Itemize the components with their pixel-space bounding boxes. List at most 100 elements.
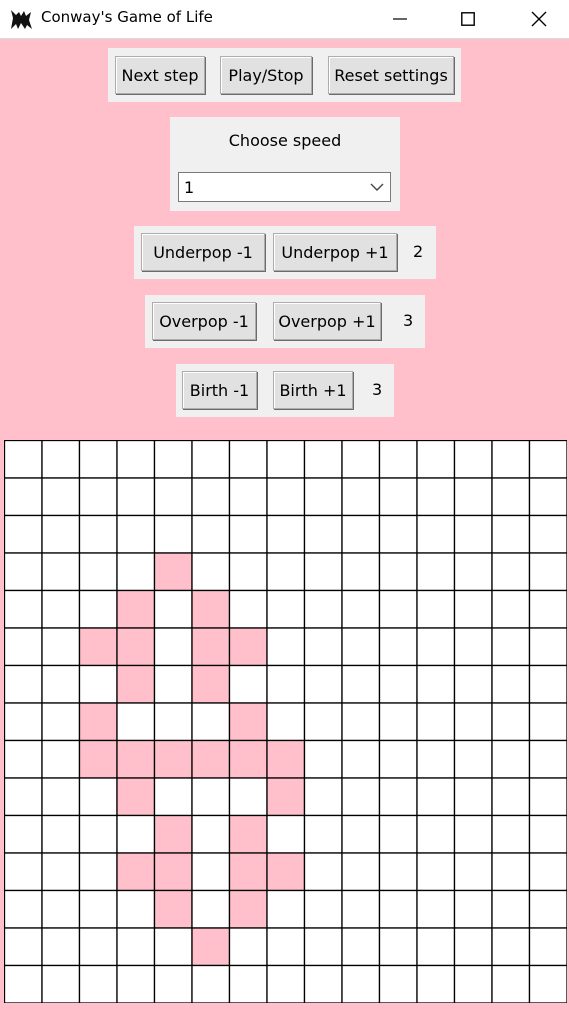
dead-cell[interactable] <box>491 739 531 779</box>
dead-cell[interactable] <box>78 852 118 892</box>
dead-cell[interactable] <box>266 477 306 517</box>
alive-cell[interactable] <box>228 814 268 854</box>
dead-cell[interactable] <box>78 964 118 1004</box>
dead-cell[interactable] <box>453 739 493 779</box>
dead-cell[interactable] <box>116 477 156 517</box>
dead-cell[interactable] <box>303 889 343 929</box>
dead-cell[interactable] <box>191 552 231 592</box>
dead-cell[interactable] <box>341 927 381 967</box>
speed-select[interactable]: 1 <box>178 172 391 202</box>
dead-cell[interactable] <box>266 664 306 704</box>
dead-cell[interactable] <box>528 739 568 779</box>
dead-cell[interactable] <box>378 589 418 629</box>
dead-cell[interactable] <box>378 964 418 1004</box>
dead-cell[interactable] <box>453 927 493 967</box>
dead-cell[interactable] <box>378 440 418 479</box>
dead-cell[interactable] <box>491 964 531 1004</box>
dead-cell[interactable] <box>416 664 456 704</box>
dead-cell[interactable] <box>528 777 568 817</box>
dead-cell[interactable] <box>528 852 568 892</box>
dead-cell[interactable] <box>78 514 118 554</box>
dead-cell[interactable] <box>491 777 531 817</box>
dead-cell[interactable] <box>4 739 43 779</box>
dead-cell[interactable] <box>4 477 43 517</box>
dead-cell[interactable] <box>378 739 418 779</box>
dead-cell[interactable] <box>378 664 418 704</box>
dead-cell[interactable] <box>4 627 43 667</box>
dead-cell[interactable] <box>4 777 43 817</box>
dead-cell[interactable] <box>4 814 43 854</box>
dead-cell[interactable] <box>491 627 531 667</box>
dead-cell[interactable] <box>4 964 43 1004</box>
dead-cell[interactable] <box>116 514 156 554</box>
dead-cell[interactable] <box>378 814 418 854</box>
dead-cell[interactable] <box>153 440 193 479</box>
dead-cell[interactable] <box>4 889 43 929</box>
dead-cell[interactable] <box>528 514 568 554</box>
dead-cell[interactable] <box>228 552 268 592</box>
overpop-plus-button[interactable]: Overpop +1 <box>273 302 381 340</box>
dead-cell[interactable] <box>528 927 568 967</box>
dead-cell[interactable] <box>416 440 456 479</box>
dead-cell[interactable] <box>266 440 306 479</box>
dead-cell[interactable] <box>41 440 81 479</box>
dead-cell[interactable] <box>4 852 43 892</box>
dead-cell[interactable] <box>453 702 493 742</box>
dead-cell[interactable] <box>341 589 381 629</box>
dead-cell[interactable] <box>228 964 268 1004</box>
game-board[interactable] <box>4 440 567 1003</box>
dead-cell[interactable] <box>78 927 118 967</box>
dead-cell[interactable] <box>416 552 456 592</box>
dead-cell[interactable] <box>303 477 343 517</box>
dead-cell[interactable] <box>191 702 231 742</box>
alive-cell[interactable] <box>78 627 118 667</box>
dead-cell[interactable] <box>453 440 493 479</box>
dead-cell[interactable] <box>153 627 193 667</box>
dead-cell[interactable] <box>453 964 493 1004</box>
dead-cell[interactable] <box>191 852 231 892</box>
dead-cell[interactable] <box>78 552 118 592</box>
dead-cell[interactable] <box>153 927 193 967</box>
dead-cell[interactable] <box>116 702 156 742</box>
dead-cell[interactable] <box>303 927 343 967</box>
dead-cell[interactable] <box>116 927 156 967</box>
dead-cell[interactable] <box>453 477 493 517</box>
dead-cell[interactable] <box>78 777 118 817</box>
dead-cell[interactable] <box>303 852 343 892</box>
dead-cell[interactable] <box>378 514 418 554</box>
alive-cell[interactable] <box>228 889 268 929</box>
dead-cell[interactable] <box>416 927 456 967</box>
dead-cell[interactable] <box>303 514 343 554</box>
dead-cell[interactable] <box>341 664 381 704</box>
alive-cell[interactable] <box>191 627 231 667</box>
dead-cell[interactable] <box>78 477 118 517</box>
dead-cell[interactable] <box>303 664 343 704</box>
dead-cell[interactable] <box>191 889 231 929</box>
dead-cell[interactable] <box>341 964 381 1004</box>
dead-cell[interactable] <box>78 589 118 629</box>
dead-cell[interactable] <box>491 927 531 967</box>
dead-cell[interactable] <box>341 814 381 854</box>
dead-cell[interactable] <box>341 477 381 517</box>
dead-cell[interactable] <box>528 964 568 1004</box>
dead-cell[interactable] <box>303 552 343 592</box>
dead-cell[interactable] <box>303 440 343 479</box>
dead-cell[interactable] <box>116 964 156 1004</box>
dead-cell[interactable] <box>266 702 306 742</box>
birth-plus-button[interactable]: Birth +1 <box>273 371 353 409</box>
dead-cell[interactable] <box>153 477 193 517</box>
dead-cell[interactable] <box>341 440 381 479</box>
dead-cell[interactable] <box>378 552 418 592</box>
dead-cell[interactable] <box>4 440 43 479</box>
alive-cell[interactable] <box>116 739 156 779</box>
dead-cell[interactable] <box>303 964 343 1004</box>
dead-cell[interactable] <box>378 627 418 667</box>
dead-cell[interactable] <box>303 814 343 854</box>
alive-cell[interactable] <box>266 852 306 892</box>
dead-cell[interactable] <box>116 552 156 592</box>
dead-cell[interactable] <box>303 589 343 629</box>
minimize-button[interactable] <box>377 0 423 38</box>
dead-cell[interactable] <box>191 814 231 854</box>
birth-minus-button[interactable]: Birth -1 <box>182 371 257 409</box>
dead-cell[interactable] <box>528 589 568 629</box>
